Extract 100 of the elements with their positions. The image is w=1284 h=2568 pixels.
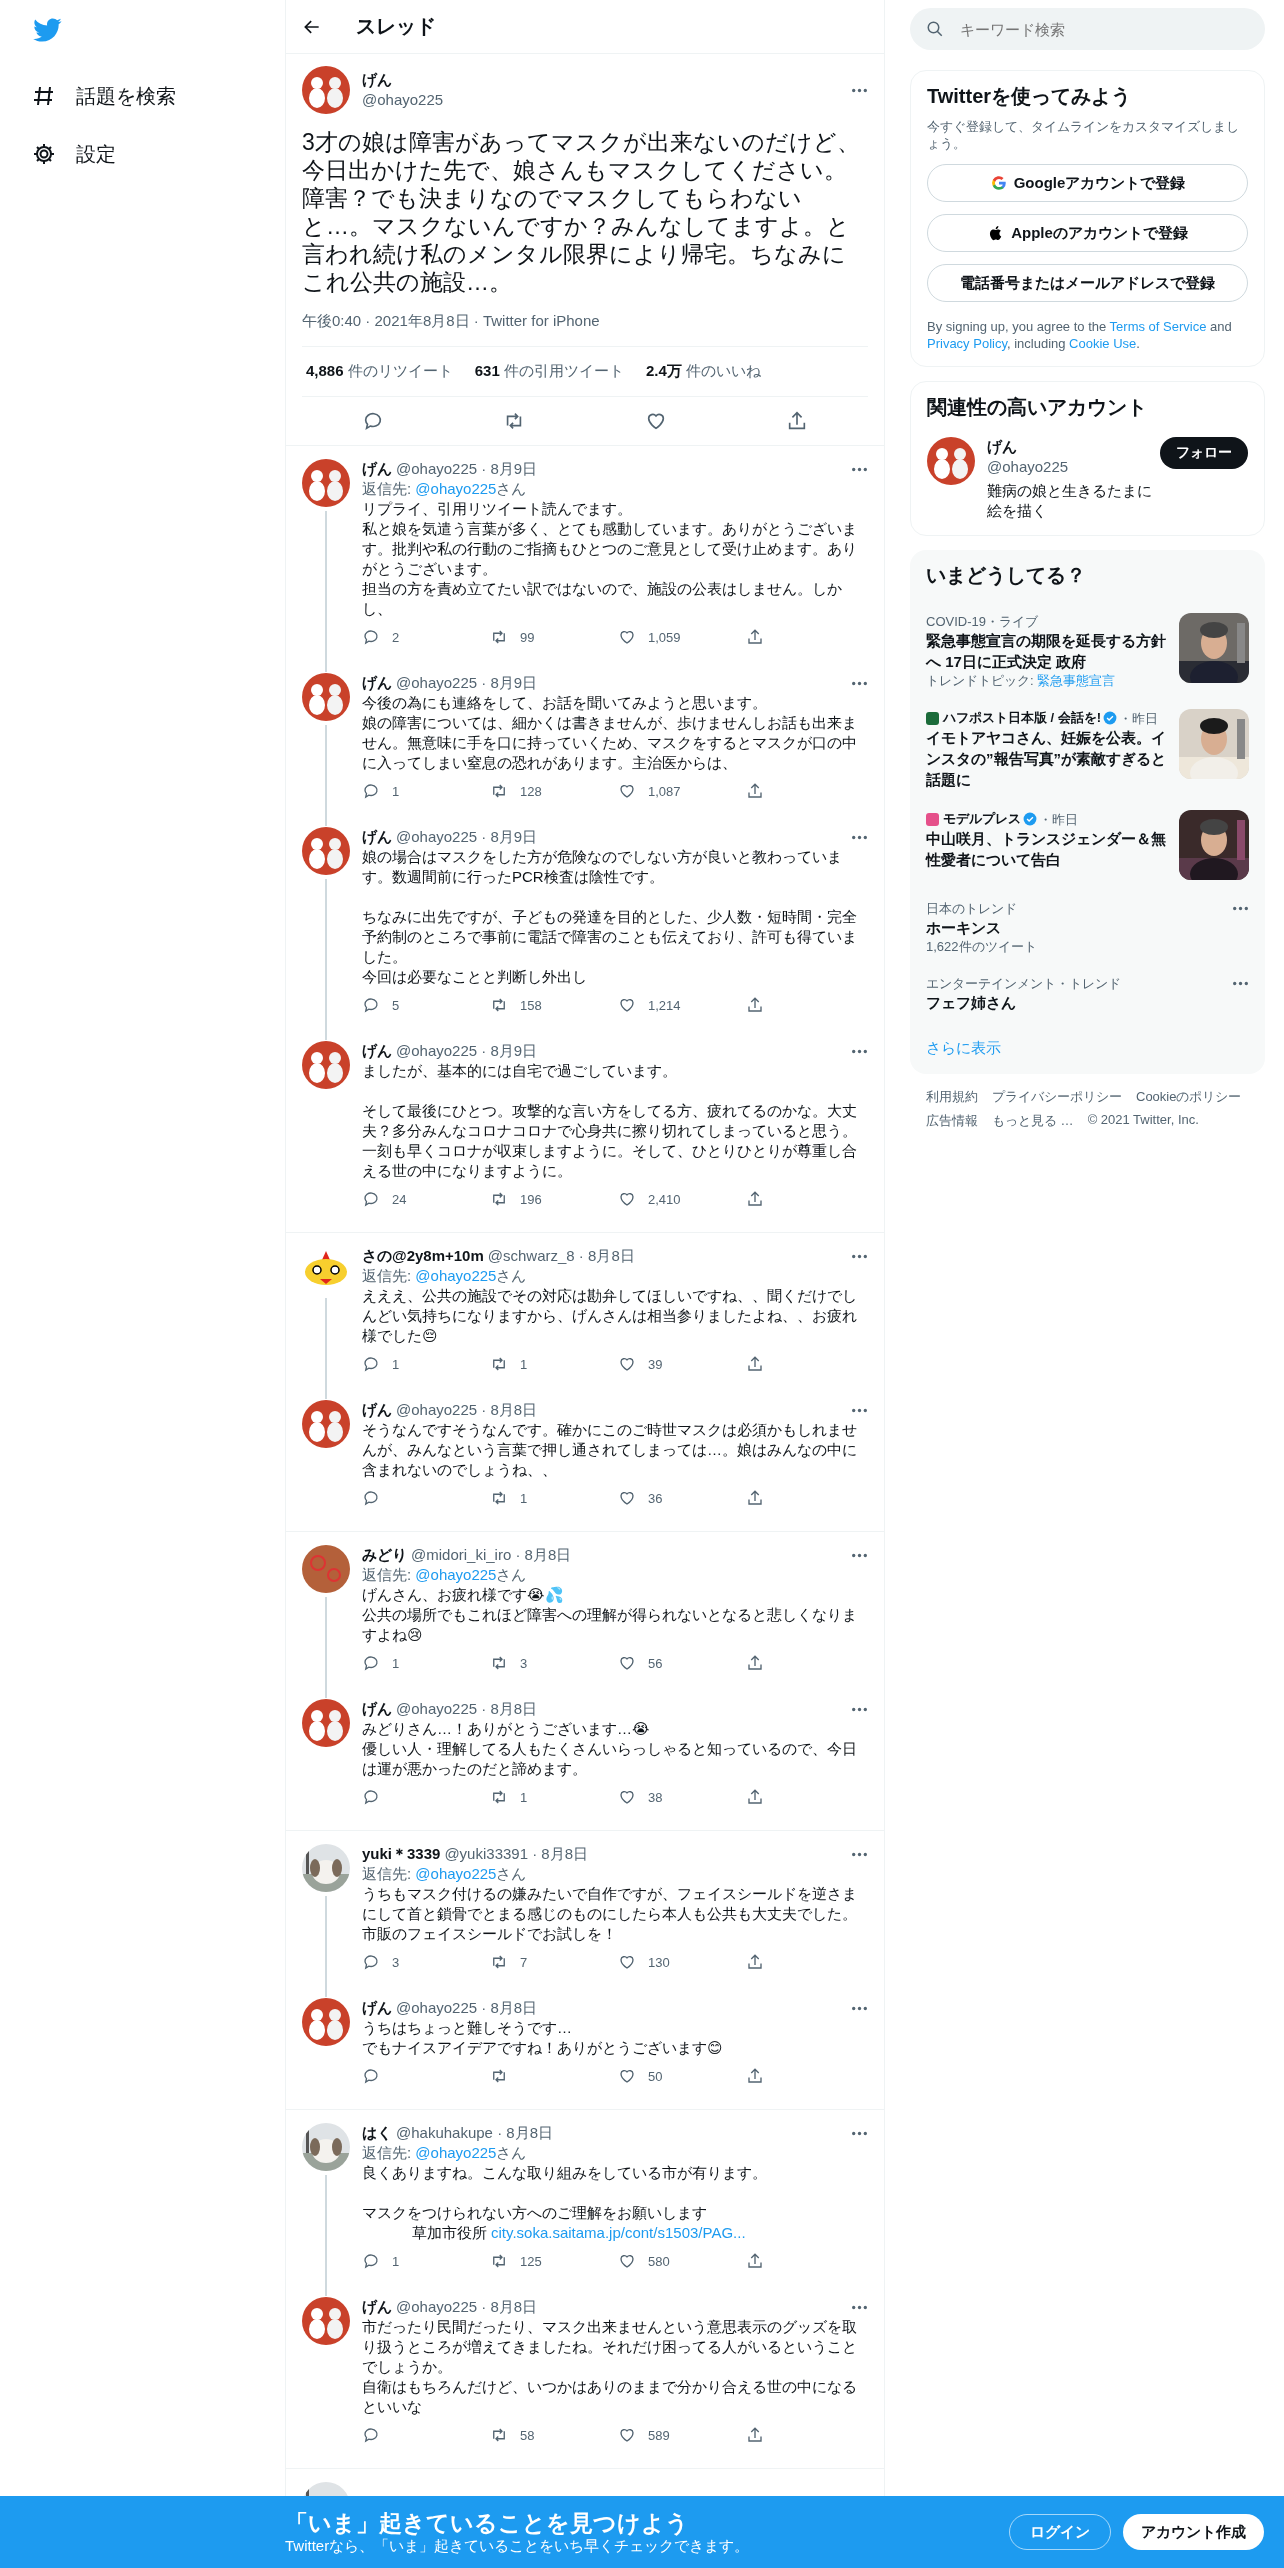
like-icon[interactable]: [618, 996, 636, 1014]
like-icon[interactable]: [618, 1953, 636, 1971]
tweet-timestamp[interactable]: 午後0:40 · 2021年8月8日 · Twitter for iPhone: [302, 312, 868, 331]
more-icon[interactable]: [1232, 906, 1249, 911]
like-icon[interactable]: [618, 2426, 636, 2444]
reply-icon[interactable]: [362, 1355, 380, 1373]
reply-icon[interactable]: [362, 2426, 380, 2444]
user-name[interactable]: げん: [362, 1699, 392, 1719]
tweet-meta[interactable]: @ohayo225 · 8月9日: [396, 673, 851, 693]
share-icon[interactable]: [746, 2252, 764, 2270]
like-icon[interactable]: [618, 1788, 636, 1806]
more-icon[interactable]: [1232, 981, 1249, 986]
share-icon[interactable]: [746, 1953, 764, 1971]
tweet-meta[interactable]: @ohayo225 · 8月8日: [396, 1699, 851, 1719]
retweet-icon[interactable]: [490, 628, 508, 646]
reply-icon[interactable]: [362, 628, 380, 646]
more-icon[interactable]: [851, 1407, 868, 1413]
follow-button[interactable]: フォロー: [1160, 437, 1248, 469]
more-icon[interactable]: [851, 1253, 868, 1259]
more-icon[interactable]: [851, 834, 868, 840]
user-name[interactable]: みどり: [362, 1545, 407, 1565]
share-icon[interactable]: [746, 2426, 764, 2444]
share-icon[interactable]: [746, 782, 764, 800]
retweet-icon[interactable]: [490, 2067, 508, 2085]
tweet-meta[interactable]: @hakuhakupe · 8月8日: [396, 2123, 851, 2143]
retweet-icon[interactable]: [490, 1190, 508, 1208]
tweet-meta[interactable]: @midori_ki_iro · 8月8日: [411, 1545, 851, 1565]
retweet-icon[interactable]: [490, 1489, 508, 1507]
tweet-meta[interactable]: @ohayo225 · 8月9日: [396, 1041, 851, 1061]
trend-headline[interactable]: フェフ姉さん: [926, 992, 1232, 1013]
more-icon[interactable]: [851, 2304, 868, 2310]
more-icon[interactable]: [851, 2130, 868, 2136]
nav-link[interactable]: 話題を検索: [76, 82, 176, 110]
like-icon[interactable]: [618, 1190, 636, 1208]
retweet-icon[interactable]: [490, 996, 508, 1014]
reply-icon[interactable]: [362, 1190, 380, 1208]
more-icon[interactable]: [851, 680, 868, 686]
share-icon[interactable]: [746, 2067, 764, 2085]
tweet-stat[interactable]: 631 件の引用ツイート: [474, 362, 624, 381]
more-icon[interactable]: [851, 1552, 868, 1558]
signup-button[interactable]: Googleアカウントで登録: [927, 164, 1248, 202]
tweet-stat[interactable]: 2.4万 件のいいね: [645, 362, 761, 381]
like-icon[interactable]: [618, 782, 636, 800]
footer-link[interactable]: Cookieのポリシー: [1136, 1088, 1242, 1106]
footer-link[interactable]: 広告情報: [926, 1112, 978, 1130]
retweet-icon[interactable]: [490, 1654, 508, 1672]
signup-button[interactable]: Appleのアカウントで登録: [927, 214, 1248, 252]
tweet-meta[interactable]: @ohayo225 · 8月8日: [396, 1400, 851, 1420]
user-name[interactable]: さの@2y8m+10m: [362, 1246, 484, 1266]
like-icon[interactable]: [618, 2067, 636, 2085]
tweet-meta[interactable]: @ohayo225 · 8月8日: [396, 2297, 851, 2317]
more-icon[interactable]: [851, 1851, 868, 1857]
footer-link[interactable]: 利用規約: [926, 1088, 978, 1106]
user-name[interactable]: げん: [362, 1400, 392, 1420]
share-icon[interactable]: [746, 1654, 764, 1672]
more-icon[interactable]: [851, 466, 868, 472]
tweet-stat[interactable]: 4,886 件のリツイート: [306, 362, 453, 381]
share-icon[interactable]: [746, 1190, 764, 1208]
like-icon[interactable]: [618, 1654, 636, 1672]
tweet-meta[interactable]: @schwarz_8 · 8月8日: [487, 1246, 851, 1266]
footer-link[interactable]: もっと見る …: [992, 1112, 1074, 1130]
like-icon[interactable]: [618, 1489, 636, 1507]
reply-icon[interactable]: [362, 1654, 380, 1672]
tweet-meta[interactable]: @ohayo225 · 8月9日: [396, 459, 851, 479]
user-name[interactable]: はく: [362, 2123, 392, 2143]
more-icon[interactable]: [851, 2005, 868, 2011]
like-icon[interactable]: [618, 2252, 636, 2270]
retweet-icon[interactable]: [490, 1788, 508, 1806]
share-icon[interactable]: [746, 996, 764, 1014]
trend-headline[interactable]: 中山咲月、トランスジェンダー＆無性愛者について告白: [926, 828, 1169, 870]
reply-icon[interactable]: [362, 1489, 380, 1507]
share-icon[interactable]: [746, 1788, 764, 1806]
source-name[interactable]: ハフポスト日本版 / 会話を!: [943, 709, 1102, 727]
share-icon[interactable]: [746, 1355, 764, 1373]
source-name[interactable]: モデルプレス: [943, 810, 1021, 828]
trend-headline[interactable]: 緊急事態宣言の期限を延長する方針へ 17日に正式決定 政府: [926, 630, 1169, 672]
trend-headline[interactable]: ホーキンス: [926, 917, 1232, 938]
reply-icon[interactable]: [362, 1953, 380, 1971]
more-icon[interactable]: [851, 1706, 868, 1712]
retweet-icon[interactable]: [490, 2426, 508, 2444]
user-name[interactable]: げん: [362, 459, 392, 479]
hash-icon[interactable]: [32, 84, 56, 108]
share-icon[interactable]: [746, 1489, 764, 1507]
user-handle[interactable]: @ohayo225: [987, 457, 1160, 477]
reply-icon[interactable]: [362, 782, 380, 800]
reply-icon[interactable]: [362, 2252, 380, 2270]
nav-link[interactable]: 設定: [76, 140, 116, 168]
user-name[interactable]: げん: [362, 1998, 392, 2018]
signup-button[interactable]: 電話番号またはメールアドレスで登録: [927, 264, 1248, 302]
user-name[interactable]: yuki＊3339: [362, 1844, 441, 1864]
user-handle[interactable]: @ohayo225: [362, 90, 851, 110]
retweet-icon[interactable]: [490, 782, 508, 800]
more-icon[interactable]: [851, 87, 868, 93]
retweet-icon[interactable]: [490, 1953, 508, 1971]
trend-headline[interactable]: イモトアヤコさん、妊娠を公表。インスタの”報告写真”が素敵すぎると話題に: [926, 727, 1169, 790]
tweet-meta[interactable]: @yuki33391 · 8月8日: [444, 1844, 851, 1864]
user-name[interactable]: げん: [362, 1041, 392, 1061]
tweet-meta[interactable]: @ohayo225 · 8月9日: [396, 827, 851, 847]
user-name[interactable]: げん: [362, 673, 392, 693]
user-name[interactable]: げん: [362, 827, 392, 847]
